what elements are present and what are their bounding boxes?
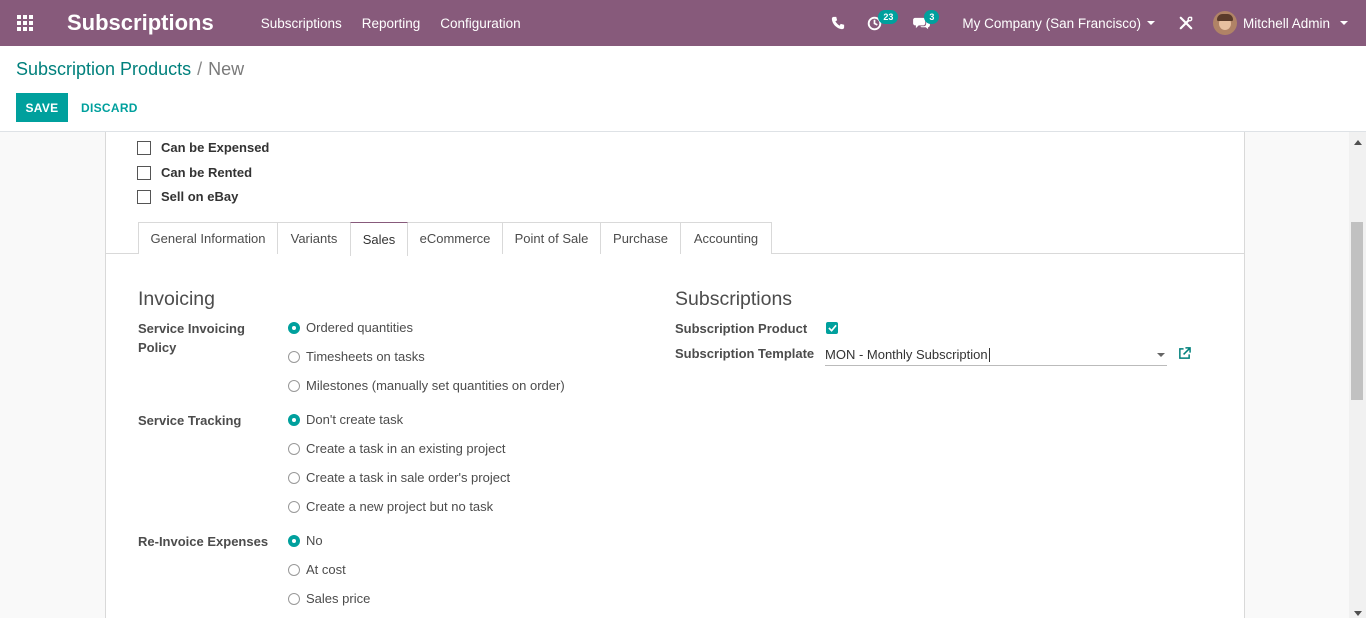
service-tracking-label: Service Tracking (138, 413, 242, 428)
radio-unselected[interactable] (288, 350, 300, 363)
tab-variants[interactable]: Variants (277, 222, 351, 254)
chevron-down-icon (1340, 21, 1348, 25)
menu-configuration[interactable]: Configuration (440, 16, 520, 31)
can-be-rented-option[interactable]: Can be Rented (137, 165, 252, 180)
form-sheet: Can be Expensed Can be Rented Sell on eB… (105, 132, 1245, 618)
tab-ecommerce[interactable]: eCommerce (407, 222, 503, 254)
apps-menu-icon[interactable] (0, 0, 50, 46)
radio-label: Don't create task (306, 412, 404, 427)
control-panel: Subscription Products / New SAVE DISCARD (0, 46, 1366, 132)
reinvoice-at-cost-option[interactable]: At cost (288, 562, 346, 577)
subscription-product-checkbox[interactable] (826, 322, 838, 334)
radio-label: Timesheets on tasks (306, 349, 425, 364)
invoice-policy-milestones-option[interactable]: Milestones (manually set quantities on o… (288, 378, 565, 393)
page-scrollbar[interactable] (1349, 132, 1366, 618)
can-be-expensed-checkbox[interactable] (137, 140, 151, 155)
scrollbar-thumb[interactable] (1351, 222, 1363, 400)
company-switcher[interactable]: My Company (San Francisco) (962, 16, 1155, 31)
invoicing-section-title: Invoicing (138, 288, 215, 310)
external-link-icon[interactable] (1178, 347, 1191, 363)
top-navbar: Subscriptions Subscriptions Reporting Co… (0, 0, 1366, 46)
tab-purchase[interactable]: Purchase (600, 222, 681, 254)
can-be-rented-checkbox[interactable] (137, 165, 151, 180)
messages-icon[interactable]: 3 (913, 0, 940, 46)
breadcrumb: Subscription Products / New (16, 59, 244, 80)
invoice-policy-timesheets-option[interactable]: Timesheets on tasks (288, 349, 425, 364)
tracking-existing-project-option[interactable]: Create a task in an existing project (288, 441, 505, 456)
sell-on-ebay-checkbox[interactable] (137, 189, 151, 204)
text-cursor (988, 347, 990, 362)
menu-subscriptions[interactable]: Subscriptions (261, 16, 342, 31)
phone-icon[interactable] (831, 0, 845, 46)
user-menu[interactable]: Mitchell Admin (1212, 11, 1348, 35)
message-count-badge: 3 (924, 10, 940, 24)
can-be-expensed-label: Can be Expensed (161, 140, 270, 155)
save-button[interactable]: SAVE (16, 93, 68, 122)
tab-accounting[interactable]: Accounting (680, 222, 772, 254)
radio-unselected[interactable] (288, 563, 300, 576)
radio-unselected[interactable] (288, 500, 300, 513)
subscription-template-value: MON - Monthly Subscription (825, 347, 988, 362)
sell-on-ebay-option[interactable]: Sell on eBay (137, 189, 238, 204)
radio-label: Ordered quantities (306, 320, 413, 335)
user-name: Mitchell Admin (1242, 15, 1330, 31)
sell-on-ebay-label: Sell on eBay (161, 189, 239, 204)
tab-sales[interactable]: Sales (350, 222, 408, 256)
subscription-template-label: Subscription Template (675, 346, 815, 361)
radio-label: Create a task in an existing project (306, 441, 506, 456)
breadcrumb-current: New (208, 59, 245, 79)
can-be-rented-label: Can be Rented (161, 165, 253, 180)
chevron-down-icon (1146, 21, 1155, 25)
breadcrumb-parent-link[interactable]: Subscription Products (16, 59, 191, 79)
subscription-template-input[interactable]: MON - Monthly Subscription (825, 344, 1167, 366)
check-icon (827, 324, 837, 332)
activity-clock-icon[interactable]: 23 (867, 0, 899, 46)
tab-point-of-sale[interactable]: Point of Sale (502, 222, 601, 254)
discard-button[interactable]: DISCARD (74, 93, 145, 122)
radio-label: Milestones (manually set quantities on o… (306, 378, 565, 393)
radio-unselected[interactable] (288, 592, 300, 605)
reinvoice-expenses-label: Re-Invoice Expenses (138, 534, 269, 549)
avatar (1212, 11, 1237, 35)
can-be-expensed-option[interactable]: Can be Expensed (137, 140, 269, 155)
breadcrumb-separator: / (197, 59, 203, 79)
subscription-product-label: Subscription Product (675, 321, 808, 336)
service-invoicing-policy-label: Service Invoicing Policy (138, 321, 245, 355)
radio-selected[interactable] (288, 534, 300, 547)
app-title[interactable]: Subscriptions (67, 10, 214, 36)
reinvoice-no-option[interactable]: No (288, 533, 323, 548)
radio-label: Create a new project but no task (306, 499, 494, 514)
tracking-new-project-option[interactable]: Create a new project but no task (288, 499, 493, 514)
invoice-policy-ordered-option[interactable]: Ordered quantities (288, 320, 413, 335)
radio-unselected[interactable] (288, 442, 300, 455)
activity-count-badge: 23 (878, 10, 899, 24)
reinvoice-sales-price-option[interactable]: Sales price (288, 591, 370, 606)
notebook-tabs: General Information Variants Sales eComm… (106, 221, 1244, 256)
radio-unselected[interactable] (288, 379, 300, 392)
radio-selected[interactable] (288, 413, 300, 426)
tracking-no-task-option[interactable]: Don't create task (288, 412, 403, 427)
tab-general-information[interactable]: General Information (138, 222, 278, 254)
company-name: My Company (San Francisco) (962, 15, 1141, 31)
chevron-down-icon[interactable] (1157, 353, 1165, 357)
radio-unselected[interactable] (288, 471, 300, 484)
radio-selected[interactable] (288, 321, 300, 334)
scroll-up-arrow-icon[interactable] (1354, 140, 1362, 145)
menu-reporting[interactable]: Reporting (362, 16, 421, 31)
tracking-sale-order-project-option[interactable]: Create a task in sale order's project (288, 470, 510, 485)
radio-label: No (306, 533, 323, 548)
radio-label: Sales price (306, 591, 371, 606)
radio-label: At cost (306, 562, 346, 577)
subscriptions-section-title: Subscriptions (675, 288, 793, 310)
radio-label: Create a task in sale order's project (306, 470, 511, 485)
scroll-down-arrow-icon[interactable] (1354, 611, 1362, 616)
debug-tools-icon[interactable] (1179, 0, 1193, 46)
